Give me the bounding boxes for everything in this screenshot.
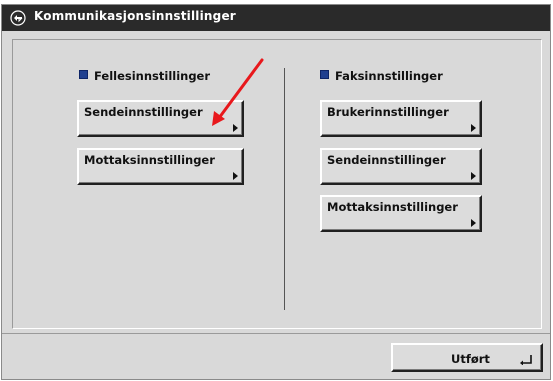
button-label: Brukerinnstillinger	[327, 105, 449, 119]
done-button[interactable]: Utført	[391, 343, 543, 372]
fax-user-settings-button[interactable]: Brukerinnstillinger	[320, 100, 482, 137]
chevron-right-icon	[471, 219, 476, 227]
fax-settings-header: Faksinnstillinger	[320, 69, 443, 83]
fax-receive-settings-button[interactable]: Mottaksinnstillinger	[320, 195, 482, 232]
common-receive-settings-button[interactable]: Mottaksinnstillinger	[77, 148, 244, 185]
network-settings-icon	[10, 10, 26, 26]
bullet-icon	[320, 70, 329, 79]
chevron-right-icon	[471, 172, 476, 180]
common-send-settings-button[interactable]: Sendeinnstillinger	[77, 100, 244, 137]
bullet-icon	[79, 70, 88, 79]
chevron-right-icon	[233, 172, 238, 180]
common-settings-label: Fellesinnstillinger	[94, 69, 211, 83]
button-label: Mottaksinnstillinger	[84, 153, 215, 167]
title-bar: Kommunikasjonsinnstillinger	[2, 5, 550, 31]
section-divider	[284, 68, 285, 310]
fax-send-settings-button[interactable]: Sendeinnstillinger	[320, 148, 482, 185]
done-label: Utført	[451, 352, 490, 366]
button-label: Sendeinnstillinger	[327, 153, 446, 167]
button-label: Mottaksinnstillinger	[327, 200, 458, 214]
chevron-right-icon	[233, 124, 238, 132]
enter-return-icon	[520, 355, 532, 365]
window-title: Kommunikasjonsinnstillinger	[34, 9, 236, 23]
chevron-right-icon	[471, 124, 476, 132]
fax-settings-label: Faksinnstillinger	[335, 69, 443, 83]
button-label: Sendeinnstillinger	[84, 105, 203, 119]
settings-window: Kommunikasjonsinnstillinger Fellesinnsti…	[1, 4, 551, 380]
common-settings-header: Fellesinnstillinger	[79, 69, 210, 83]
